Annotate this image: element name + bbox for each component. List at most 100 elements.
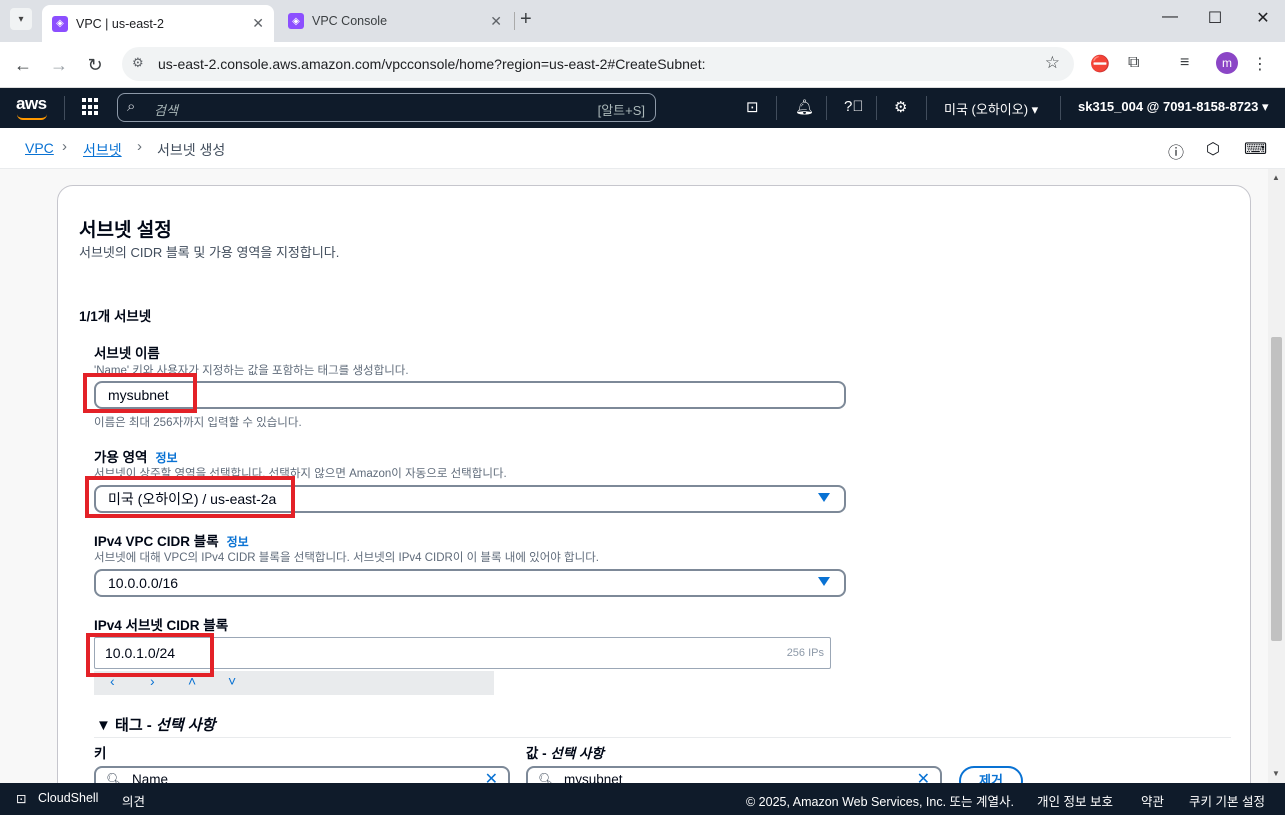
help-icon[interactable]: ?⃝ [844,98,864,115]
subnet-name-input[interactable]: mysubnet [94,381,846,409]
minimize-icon[interactable]: — [1155,8,1185,26]
divider [1060,96,1061,120]
chevron-up-icon[interactable]: ˄ [188,673,196,689]
aws-smile-icon [17,114,47,120]
caret-down-icon [818,493,830,502]
info-icon[interactable]: ⓘ [1168,139,1184,163]
cidr-stepper: ‹ › ˄ ˅ [94,671,494,695]
subnet-cidr-label: IPv4 서브넷 CIDR 블록 [94,618,229,633]
vpc-cidr-value: 10.0.0.0/16 [108,575,179,591]
section-description: 서브넷의 CIDR 블록 및 가용 영역을 지정합니다. [79,245,340,260]
info-link[interactable]: 정보 [155,451,177,465]
terms-link[interactable]: 약관 [1141,791,1164,810]
availability-zone-label-text: 가용 영역 [94,450,148,465]
scrollbar[interactable]: ▲ ▼ [1268,169,1285,783]
search-shortcut: [알트+S] [597,103,645,118]
search-icon: 🔍︎ [538,772,555,783]
region-selector[interactable]: 미국 (오하이오) ▾ [944,99,1038,118]
chevron-right-icon: › [62,138,67,155]
section-title: 서브넷 설정 [79,220,172,241]
tag-value-input[interactable]: 🔍︎ mysubnet ✕ [526,766,942,783]
account-menu[interactable]: sk315_004 @ 7091-8158-8723 ▾ [1078,99,1269,115]
tab-vpc-console[interactable]: ◈ VPC Console ✕ [278,6,512,36]
bell-icon[interactable]: 🔔︎ [795,98,814,116]
breadcrumb-create-subnet: 서브넷 생성 [157,142,226,158]
services-grid-icon[interactable] [82,98,100,116]
privacy-link[interactable]: 개인 정보 보호 [1037,791,1113,810]
window-close-icon[interactable]: ✕ [1248,8,1278,28]
bookmark-star-icon[interactable]: ☆ [1045,53,1060,73]
forward-icon[interactable]: → [46,52,72,78]
divider [876,96,877,120]
tags-heading: ▼ 태그 - [96,717,156,734]
new-tab-icon[interactable]: + [520,9,532,29]
tags-section-toggle[interactable]: ▼ 태그 - 선택 사항 [96,714,215,735]
aws-logo[interactable]: aws [16,94,47,120]
divider [64,96,65,120]
divider [826,96,827,120]
hexagon-icon[interactable]: ⬡ [1206,139,1220,159]
chevron-down-icon[interactable]: ˅ [228,673,236,689]
maximize-icon[interactable]: ☐ [1200,8,1230,28]
tag-key-label: 키 [94,746,107,761]
site-info-icon[interactable]: ⚙ [132,55,144,71]
scroll-down-icon[interactable]: ▼ [1272,769,1280,778]
subnet-name-description: 'Name' 키와 사용자가 지정하는 값을 포함하는 태그를 생성합니다. [94,365,409,377]
search-icon: ⌕ [127,98,136,115]
aws-top-nav: aws ⌕ 검색 [알트+S] ⊡ 🔔︎ ?⃝ ⚙ 미국 (오하이오) ▾ sk… [0,88,1285,128]
tags-heading-optional: 선택 사항 [155,717,216,734]
feedback-link[interactable]: 의견 [122,791,145,810]
puzzle-icon[interactable]: ⧉ [1128,54,1139,72]
search-placeholder: 검색 [154,103,178,118]
breadcrumb-subnets[interactable]: 서브넷 [83,140,122,160]
tab-title: VPC | us-east-2 [76,16,165,31]
more-icon[interactable]: ⋮ [1252,54,1268,74]
divider [776,96,777,120]
cloudshell-icon[interactable]: ⊡ [16,791,26,806]
tag-value-label: 값 - 선택 사항 [526,742,604,762]
tag-key-input[interactable]: 🔍︎ Name ✕ [94,766,510,783]
tab-search-icon[interactable]: ▾ [10,8,32,30]
info-link[interactable]: 정보 [227,535,249,549]
cloudshell-icon[interactable]: ⊡ [746,98,759,116]
vpc-cidr-select[interactable]: 10.0.0.0/16 [94,569,846,597]
tag-value-label-text: 값 - [526,746,551,761]
scrollbar-thumb[interactable] [1271,337,1282,641]
feedback-icon[interactable]: ⌨ [1244,139,1267,159]
cookie-preferences-link[interactable]: 쿠키 기본 설정 [1189,791,1265,810]
vpc-cidr-description: 서브넷에 대해 VPC의 IPv4 CIDR 블록을 선택합니다. 서브넷의 I… [94,552,599,564]
tab-vpc[interactable]: ◈ VPC | us-east-2 ✕ [42,5,274,42]
availability-zone-value: 미국 (오하이오) / us-east-2a [108,491,277,507]
browser-toolbar: ← → ↻ ⚙ us-east-2.console.aws.amazon.com… [0,42,1285,88]
ip-count: 256 IPs [786,647,824,659]
subnet-name-label: 서브넷 이름 [94,346,160,361]
subnet-name-constraint: 이름은 최대 256자까지 입력할 수 있습니다. [94,417,302,429]
profile-avatar[interactable]: m [1216,52,1238,74]
availability-zone-label: 가용 영역 정보 [94,446,178,466]
extension-icon[interactable]: ⛔ [1090,54,1110,74]
breadcrumb-vpc[interactable]: VPC [25,140,54,156]
address-bar[interactable]: ⚙ us-east-2.console.aws.amazon.com/vpcco… [122,47,1074,81]
tag-value-label-optional: 선택 사항 [550,746,604,761]
url-text: us-east-2.console.aws.amazon.com/vpccons… [158,56,706,72]
close-icon[interactable]: ✕ [252,15,264,32]
reload-icon[interactable]: ↻ [82,52,108,78]
close-icon[interactable]: ✕ [490,13,502,30]
subnet-cidr-input[interactable]: 10.0.1.0/24 256 IPs [94,637,831,669]
availability-zone-description: 서브넷이 상주할 영역을 선택합니다. 선택하지 않으면 Amazon이 자동으… [94,468,507,480]
chevron-right-icon[interactable]: › [150,673,155,689]
copyright: © 2025, Amazon Web Services, Inc. 또는 계열사… [746,795,1014,809]
cloudshell-link[interactable]: CloudShell [38,791,98,805]
scroll-up-icon[interactable]: ▲ [1272,173,1280,182]
chevron-left-icon[interactable]: ‹ [110,673,115,689]
clear-icon[interactable]: ✕ [485,768,498,783]
breadcrumb: VPC › 서브넷 › 서브넷 생성 ⓘ ⬡ ⌨ [0,128,1285,169]
clear-icon[interactable]: ✕ [917,768,930,783]
availability-zone-select[interactable]: 미국 (오하이오) / us-east-2a [94,485,846,513]
search-input[interactable]: ⌕ 검색 [알트+S] [117,93,656,122]
remove-tag-button[interactable]: 제거 [959,766,1023,783]
back-icon[interactable]: ← [10,52,36,78]
subnet-cidr-value: 10.0.1.0/24 [105,645,176,661]
media-icon[interactable]: ≡ [1180,54,1189,72]
gear-icon[interactable]: ⚙ [894,98,907,116]
